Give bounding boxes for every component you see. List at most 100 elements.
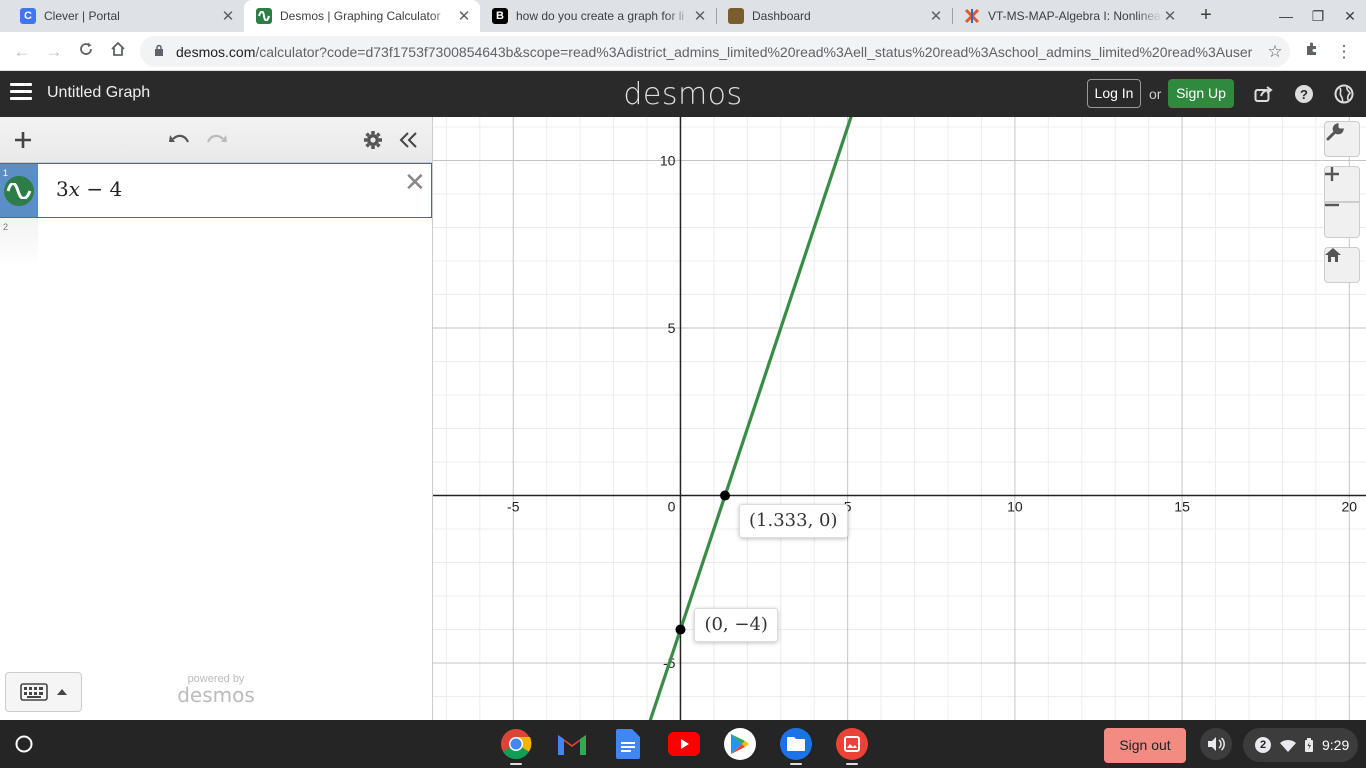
login-button[interactable]: Log In [1087,79,1141,108]
tab-desmos[interactable]: Desmos | Graphing Calculator ✕ [244,0,480,32]
running-indicator [790,763,802,765]
expression-gutter: 2 [0,218,38,268]
chrome-icon[interactable] [500,728,532,760]
lock-icon [154,44,166,59]
graph-settings-wrench-icon[interactable] [1324,121,1360,157]
expression-input[interactable]: 3x − 4 [56,177,122,201]
reload-icon[interactable] [74,40,98,64]
tab-dashboard[interactable]: Dashboard ✕ [716,0,952,32]
browser-toolbar: ← → desmos.com/calculator?code=d73f1753f… [0,32,1366,71]
zoom-in-icon[interactable] [1324,166,1360,202]
signup-button[interactable]: Sign Up [1168,79,1234,108]
tab-title: how do you create a graph for li [516,9,685,23]
running-indicator [510,763,522,765]
expression-row-empty[interactable]: 2 [0,218,432,268]
restore-icon[interactable]: ❐ [1308,6,1328,26]
select-to-speak-icon[interactable] [1200,728,1232,760]
tab-title: VT-MS-MAP-Algebra I: Nonlinea [988,9,1161,23]
svg-text:?: ? [1300,87,1308,102]
graph-canvas[interactable]: -505101520 105-5 [433,117,1366,720]
launcher-icon[interactable] [12,732,36,756]
tab-title: Clever | Portal [44,9,120,23]
powered-by-logo: desmos [177,683,255,707]
share-icon[interactable] [1252,82,1276,106]
expression-row[interactable]: 1 3x − 4 ✕ [0,163,432,218]
brainly-icon: B [492,8,508,24]
battery-icon [1305,738,1313,752]
new-tab-button[interactable]: + [1194,4,1218,28]
home-icon[interactable] [106,40,130,64]
os-shelf: Sign out 2 9:29 [0,720,1366,768]
sign-out-button[interactable]: Sign out [1104,728,1186,763]
tab-title: Desmos | Graphing Calculator [280,9,441,23]
files-icon[interactable] [780,728,812,760]
undo-icon[interactable] [168,128,192,152]
google-docs-icon[interactable] [612,728,644,760]
url-path: /calculator?code=d73f1753f7300854643b&sc… [255,43,1253,60]
close-window-icon[interactable]: ✕ [1340,6,1360,26]
x-tick-label: -5 [507,499,520,515]
expression-variable: x [68,177,81,201]
help-icon[interactable]: ? [1292,82,1316,106]
keyboard-icon [19,683,48,701]
tab-nwea[interactable]: VT-MS-MAP-Algebra I: Nonlinea ✕ [952,0,1186,32]
close-icon[interactable]: ✕ [692,7,708,25]
minimize-icon[interactable]: — [1276,6,1296,26]
tab-clever[interactable]: C Clever | Portal ✕ [8,0,244,32]
default-viewport-home-icon[interactable] [1324,247,1360,283]
expression-coefficient: 3 [56,177,69,201]
back-icon[interactable]: ← [10,40,34,64]
keypad-toggle-button[interactable] [5,672,82,712]
wifi-icon [1280,739,1296,752]
settings-gear-icon[interactable] [361,128,385,152]
forward-icon[interactable]: → [42,40,66,64]
x-tick-label: 10 [1007,499,1023,515]
powered-by-desmos: powered by desmos [176,673,256,707]
delete-expression-icon[interactable]: ✕ [404,169,426,195]
url-domain: desmos.com [176,43,256,60]
close-icon[interactable]: ✕ [928,7,944,25]
collapse-panel-icon[interactable] [397,128,421,152]
expression-toolbar [0,117,432,163]
desmos-icon [256,8,272,24]
x-tick-label: 20 [1341,499,1357,515]
close-icon[interactable]: ✕ [1162,7,1178,25]
graph-paper[interactable]: -505101520 105-5 (1.333, 0)(0, −4) [433,117,1366,720]
expression-index: 1 [3,168,9,178]
address-bar[interactable]: desmos.com/calculator?code=d73f1753f7300… [140,36,1290,67]
expression-constant: − 4 [80,177,123,201]
zoom-out-icon[interactable] [1324,202,1360,238]
more-menu-icon[interactable]: ⋮ [1332,40,1356,64]
close-icon[interactable]: ✕ [220,7,236,25]
point-label[interactable]: (1.333, 0) [739,503,848,538]
dashboard-icon [728,8,744,24]
notification-count-badge: 2 [1255,737,1271,753]
expression-gutter: 1 [0,164,38,217]
play-store-icon[interactable] [724,728,756,760]
running-indicator [846,763,858,765]
status-tray[interactable]: 2 9:29 [1243,728,1358,762]
or-label: or [1149,86,1162,102]
gallery-icon[interactable] [836,728,868,760]
gmail-icon[interactable] [556,728,588,760]
desmos-header: Untitled Graph desmos Log In or Sign Up … [0,71,1366,117]
url-text: desmos.com/calculator?code=d73f1753f7300… [176,44,1260,60]
tab-strip: C Clever | Portal ✕ Desmos | Graphing Ca… [0,0,1366,32]
nwea-icon [964,8,980,24]
expression-index: 2 [3,222,9,232]
redo-icon[interactable] [204,128,228,152]
tab-brainly[interactable]: B how do you create a graph for li ✕ [480,0,716,32]
bookmark-star-icon[interactable]: ☆ [1260,42,1290,62]
extensions-icon[interactable] [1300,40,1324,64]
add-item-icon[interactable] [11,128,35,152]
expression-panel: 1 3x − 4 ✕ 2 powered by desmos [0,117,433,720]
close-icon[interactable]: ✕ [456,7,472,25]
graph-visibility-toggle-icon[interactable] [4,176,34,206]
youtube-icon[interactable] [668,728,700,760]
point-label[interactable]: (0, −4) [694,607,778,642]
point-of-interest [675,624,686,635]
point-of-interest [720,490,731,501]
language-globe-icon[interactable] [1332,82,1356,106]
caret-up-icon [56,689,67,695]
x-tick-label: 0 [668,499,676,515]
